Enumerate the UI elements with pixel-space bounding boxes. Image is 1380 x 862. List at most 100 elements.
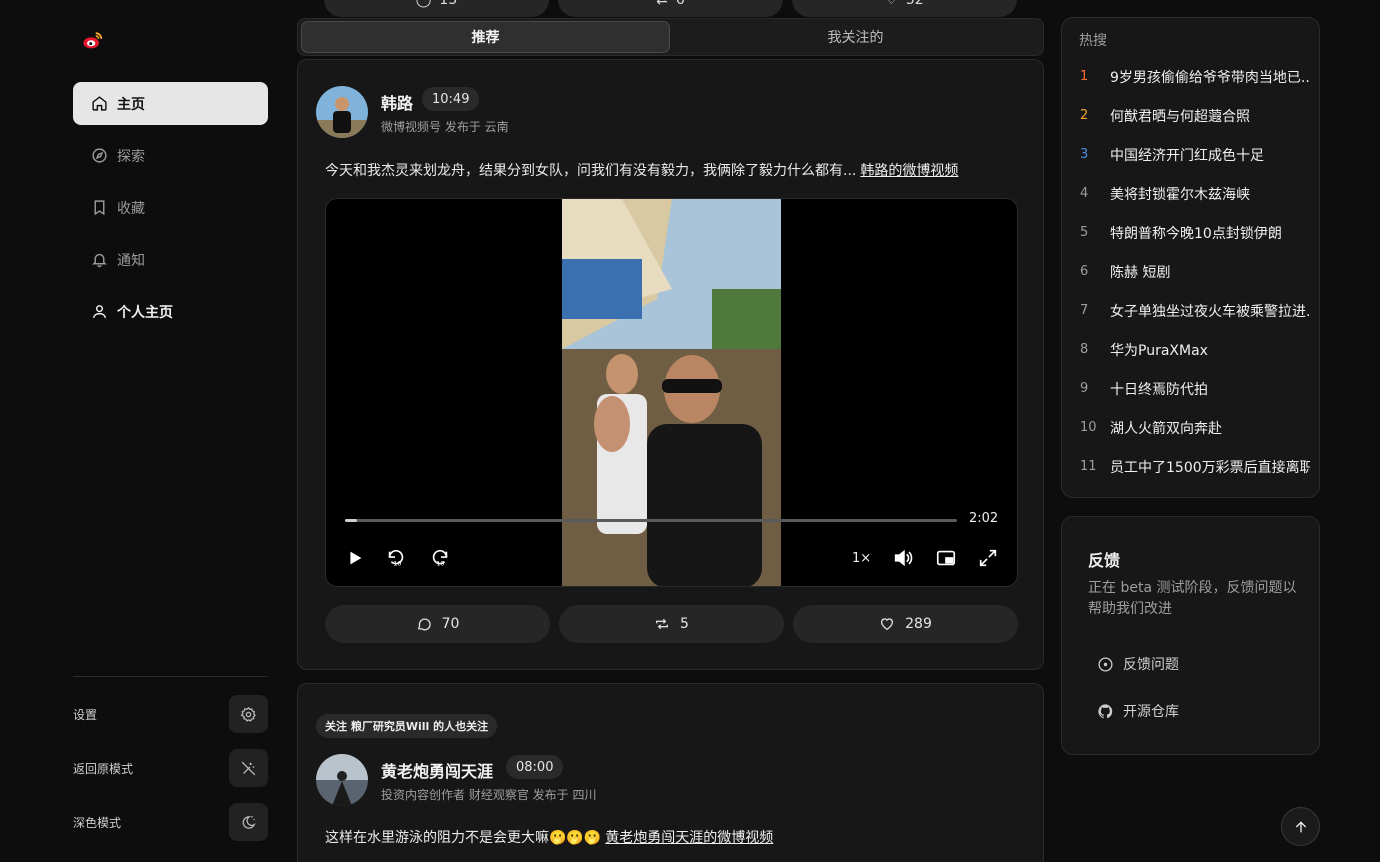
- rewind-10-button[interactable]: 10: [384, 546, 408, 570]
- dark-mode-row: 深色模式: [73, 803, 268, 841]
- hot-search-rank: 11: [1080, 459, 1097, 474]
- user-icon: [93, 305, 106, 318]
- hot-search-item[interactable]: 3 中国经济开门红成色十足: [1062, 135, 1319, 174]
- return-mode-button[interactable]: [229, 749, 268, 787]
- tab-recommended[interactable]: 推荐: [301, 21, 670, 53]
- hot-search-item[interactable]: 8 华为PuraXMax: [1062, 330, 1319, 369]
- hot-search-text: 湖人火箭双向奔赴: [1110, 420, 1222, 437]
- hot-search-rank: 2: [1080, 108, 1089, 123]
- post-body: 这样在水里游泳的阻力不是会更大嘛🫢🫢🫢: [325, 830, 602, 846]
- pip-button[interactable]: [934, 546, 958, 570]
- volume-button[interactable]: [891, 546, 915, 570]
- prev-comment-count: 15: [439, 0, 457, 8]
- video-frame: [562, 199, 781, 586]
- settings-button[interactable]: [229, 695, 268, 733]
- avatar[interactable]: [316, 754, 368, 806]
- repost-count: 5: [680, 616, 689, 632]
- post-body: 今天和我杰灵来划龙舟，结果分到女队，问我们有没有毅力，我俩除了毅力什么都有...: [325, 163, 857, 179]
- nav-favorites[interactable]: 收藏: [73, 186, 268, 229]
- post-text: 今天和我杰灵来划龙舟，结果分到女队，问我们有没有毅力，我俩除了毅力什么都有...…: [325, 160, 958, 180]
- nav-notifications[interactable]: 通知: [73, 238, 268, 281]
- hot-search-item[interactable]: 2 何猷君晒与何超蕸合照: [1062, 96, 1319, 135]
- hot-search-item[interactable]: 10 湖人火箭双向奔赴: [1062, 408, 1319, 447]
- circle-dot-icon: [1098, 656, 1113, 672]
- post-time: 08:00: [506, 755, 564, 779]
- comment-icon: ◯: [416, 0, 432, 8]
- dark-mode-label: 深色模式: [73, 815, 122, 830]
- nav-home-label: 主页: [117, 96, 145, 113]
- comment-button[interactable]: 70: [325, 605, 550, 643]
- settings-row: 设置: [73, 695, 268, 733]
- post-video-link[interactable]: 韩路的微博视频: [860, 163, 958, 179]
- nav-home[interactable]: 主页: [73, 82, 268, 125]
- report-issue-label: 反馈问题: [1123, 657, 1179, 673]
- hot-search-item[interactable]: 9 十日终焉防代拍: [1062, 369, 1319, 408]
- wand-off-icon: [241, 761, 256, 775]
- hot-search-text: 特朗普称今晚10点封锁伊朗: [1110, 225, 1282, 242]
- hot-search-item[interactable]: 7 女子单独坐过夜火车被乘警拉进...: [1062, 291, 1319, 330]
- hot-search-item[interactable]: 5 特朗普称今晚10点封锁伊朗: [1062, 213, 1319, 252]
- avatar-image: [316, 86, 368, 138]
- gear-icon: [240, 706, 256, 722]
- settings-label: 设置: [73, 707, 98, 722]
- post-time: 10:49: [422, 87, 480, 111]
- hot-search-text: 何猷君晒与何超蕸合照: [1110, 108, 1250, 125]
- source-repo-link[interactable]: 开源仓库: [1097, 696, 1179, 726]
- post-author[interactable]: 韩路: [381, 90, 413, 114]
- post-author[interactable]: 黄老炮勇闯天涯: [381, 758, 493, 782]
- prev-like-button[interactable]: ♡ 52: [792, 0, 1017, 17]
- hot-search-text: 华为PuraXMax: [1110, 342, 1208, 359]
- hot-search-rank: 7: [1080, 303, 1089, 318]
- bookmark-icon: [94, 200, 105, 216]
- sidebar-divider: [73, 676, 268, 677]
- scroll-to-top-button[interactable]: [1281, 807, 1320, 846]
- avatar[interactable]: [316, 86, 368, 138]
- follow-suggestion-tag[interactable]: 关注 粮厂研究员Will 的人也关注: [316, 714, 498, 738]
- nav-profile[interactable]: 个人主页: [73, 290, 268, 333]
- source-repo-label: 开源仓库: [1123, 704, 1179, 720]
- feedback-panel: 反馈 正在 beta 测试阶段，反馈问题以帮助我们改进 反馈问题 开源仓库: [1061, 516, 1320, 755]
- svg-text:10: 10: [393, 559, 401, 567]
- repost-icon: ⇄: [656, 0, 668, 8]
- post-text: 这样在水里游泳的阻力不是会更大嘛🫢🫢🫢 黄老炮勇闯天涯的微博视频: [325, 827, 773, 847]
- nav-explore-label: 探索: [117, 148, 145, 165]
- hot-search-rank: 4: [1080, 186, 1089, 201]
- tab-following[interactable]: 我关注的: [671, 21, 1040, 53]
- nav-explore[interactable]: 探索: [73, 134, 268, 177]
- video-player[interactable]: 2:02 10 10 1×: [325, 198, 1018, 587]
- forward-10-icon: 10: [432, 549, 448, 567]
- return-mode-row: 返回原模式: [73, 749, 268, 787]
- arrow-up-icon: [1295, 820, 1306, 832]
- video-progress-bar[interactable]: [345, 519, 957, 522]
- compass-icon: [92, 148, 107, 163]
- video-duration: 2:02: [969, 511, 999, 526]
- forward-10-button[interactable]: 10: [428, 546, 452, 570]
- hot-search-item[interactable]: 4 美将封锁霍尔木兹海峡: [1062, 174, 1319, 213]
- comment-count: 70: [441, 616, 460, 632]
- playback-speed[interactable]: 1×: [852, 551, 871, 566]
- post-video-link[interactable]: 黄老炮勇闯天涯的微博视频: [605, 830, 773, 846]
- repost-icon: [656, 618, 669, 630]
- dark-mode-button[interactable]: [229, 803, 268, 841]
- hot-search-item[interactable]: 6 陈赫 短剧: [1062, 252, 1319, 291]
- prev-comment-button[interactable]: ◯ 15: [324, 0, 549, 17]
- weibo-logo-icon[interactable]: [82, 30, 104, 52]
- hot-search-item[interactable]: 11 员工中了1500万彩票后直接离职: [1062, 447, 1319, 486]
- play-button[interactable]: [343, 546, 367, 570]
- home-icon: [92, 96, 107, 111]
- feedback-title: 反馈: [1088, 551, 1121, 570]
- like-button[interactable]: 289: [793, 605, 1018, 643]
- play-icon: [350, 551, 362, 565]
- main-nav: 主页 探索 收藏 通知 个人主页: [73, 82, 268, 342]
- repost-button[interactable]: 5: [559, 605, 784, 643]
- fullscreen-button[interactable]: [976, 546, 1000, 570]
- hot-search-item[interactable]: 1 9岁男孩偷偷给爷爷带肉当地已...: [1062, 57, 1319, 96]
- feed-tabs: 推荐 我关注的: [297, 18, 1044, 56]
- post-actions: 70 5 289: [325, 605, 1018, 643]
- hot-search-rank: 10: [1080, 420, 1097, 435]
- heart-icon: [881, 618, 894, 631]
- report-issue-link[interactable]: 反馈问题: [1097, 649, 1179, 679]
- prev-repost-button[interactable]: ⇄ 6: [558, 0, 783, 17]
- app-root: 主页 探索 收藏 通知 个人主页 设置 返回原模式 深色模式 推荐 我关注的 韩…: [0, 0, 1380, 862]
- volume-icon: [894, 549, 913, 567]
